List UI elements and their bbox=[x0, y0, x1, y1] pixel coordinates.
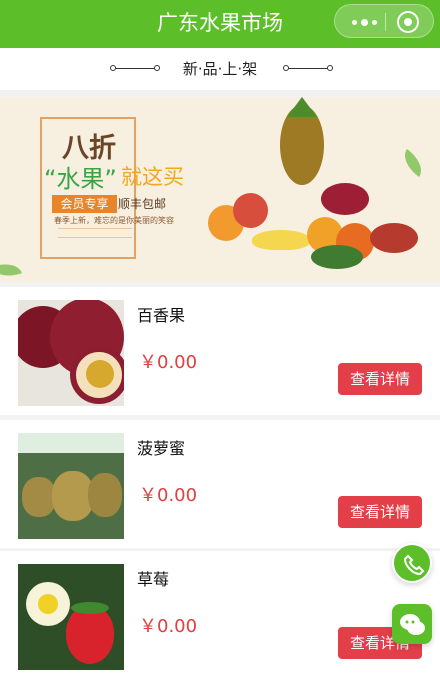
product-price: ￥0.00 bbox=[139, 616, 198, 637]
buy-slogan: 就这买 bbox=[121, 165, 184, 189]
banner-decor-lines bbox=[58, 228, 132, 238]
member-badge: 会员专享 bbox=[52, 195, 117, 213]
miniprogram-capsule bbox=[334, 4, 434, 38]
pineapple-leaves-icon bbox=[287, 97, 317, 117]
pineapple-icon bbox=[280, 105, 324, 185]
product-image[interactable] bbox=[18, 433, 124, 539]
section-title: 新·品·上·架 bbox=[182, 60, 258, 78]
product-price: ￥0.00 bbox=[139, 352, 198, 373]
shipping-text: 顺丰包邮 bbox=[118, 197, 167, 211]
product-name: 草莓 bbox=[137, 570, 170, 589]
product-name: 菠萝蜜 bbox=[137, 439, 186, 458]
product-image[interactable] bbox=[18, 564, 124, 670]
leaf-decoration-icon bbox=[0, 258, 22, 282]
mango-icon bbox=[370, 223, 418, 253]
leaf-decoration-icon bbox=[397, 148, 429, 178]
view-details-button[interactable]: 查看详情 bbox=[338, 363, 422, 395]
more-dots-icon[interactable] bbox=[347, 13, 381, 31]
new-arrivals-header: 新·品·上·架 bbox=[0, 48, 440, 90]
product-image[interactable] bbox=[18, 300, 124, 406]
view-details-button[interactable]: 查看详情 bbox=[338, 496, 422, 528]
product-card[interactable]: 草莓 ￥0.00 查看详情 bbox=[0, 551, 440, 682]
avocado-icon bbox=[311, 245, 363, 269]
product-name: 百香果 bbox=[137, 306, 186, 325]
phone-icon[interactable] bbox=[392, 543, 432, 583]
target-icon[interactable] bbox=[397, 11, 419, 33]
banner-tagline: 春季上新，难忘的是你美丽的笑容 bbox=[54, 216, 174, 225]
banana-icon bbox=[252, 230, 310, 250]
right-decor-line bbox=[285, 68, 331, 69]
fruit-slogan: “水果” bbox=[44, 165, 117, 193]
product-card[interactable]: 百香果 ￥0.00 查看详情 bbox=[0, 287, 440, 415]
product-price: ￥0.00 bbox=[139, 485, 198, 506]
decor-dot bbox=[327, 65, 333, 71]
top-navigation-bar: 广东水果市场 bbox=[0, 0, 440, 48]
apple-icon bbox=[233, 193, 268, 228]
grape-cluster-icon bbox=[321, 183, 369, 215]
capsule-divider bbox=[385, 13, 386, 31]
product-card[interactable]: 菠萝蜜 ￥0.00 查看详情 bbox=[0, 420, 440, 548]
chat-icon[interactable] bbox=[392, 604, 432, 644]
decor-dot bbox=[283, 65, 289, 71]
